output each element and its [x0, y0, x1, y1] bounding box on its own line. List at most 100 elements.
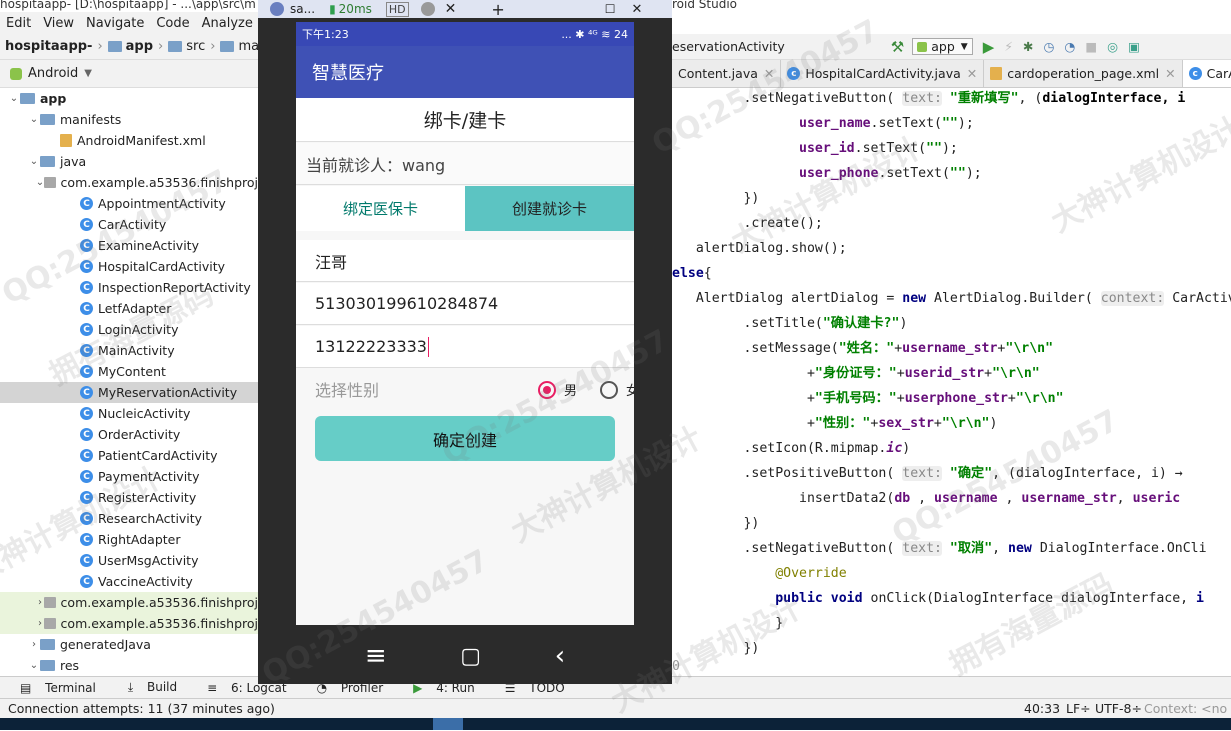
run-icon[interactable]: ▶: [983, 38, 995, 56]
line-separator[interactable]: LF÷: [1066, 701, 1091, 716]
breadcrumb-project[interactable]: hospitaapp-: [5, 39, 92, 54]
tree-item[interactable]: C LoginActivity: [0, 319, 258, 340]
tree-item[interactable]: C NucleicActivity: [0, 403, 258, 424]
chevron-down-icon[interactable]: ⌄: [28, 660, 40, 671]
file-tab[interactable]: cardoperation_page.xml ✕: [984, 60, 1183, 87]
phone-number-field[interactable]: 13122223333: [296, 326, 634, 368]
breadcrumb-src[interactable]: src: [168, 39, 205, 54]
menu-code[interactable]: Code: [156, 16, 189, 31]
class-icon: C: [80, 197, 93, 210]
gender-male-radio[interactable]: 男: [538, 380, 577, 399]
tree-item[interactable]: C AppointmentActivity: [0, 193, 258, 214]
stop-icon[interactable]: ■: [1085, 39, 1097, 54]
close-window-icon[interactable]: ✕: [632, 2, 643, 17]
tree-item-label: com.example.a53536.finishproj: [60, 175, 258, 190]
file-tab[interactable]: c CarActivity.j: [1182, 60, 1231, 87]
hd-icon[interactable]: HD: [385, 1, 409, 17]
chevron-down-icon[interactable]: ⌄: [36, 177, 45, 188]
attach-icon[interactable]: ◔: [1064, 39, 1075, 54]
tree-item[interactable]: C ResearchActivity: [0, 508, 258, 529]
gender-female-radio[interactable]: 女: [600, 380, 634, 399]
tree-item-label: com.example.a53536.finishproj: [60, 616, 258, 631]
file-tab-label: HospitalCardActivity.java: [805, 66, 961, 81]
profile-icon[interactable]: ◷: [1044, 39, 1055, 54]
chevron-right-icon[interactable]: ›: [28, 639, 40, 650]
apply-changes-icon[interactable]: ⚡: [1004, 39, 1013, 54]
chevron-right-icon[interactable]: ›: [36, 618, 45, 629]
tree-item-label: InspectionReportActivity: [98, 280, 251, 295]
tree-item[interactable]: ⌄ manifests: [0, 109, 258, 130]
tree-item[interactable]: AndroidManifest.xml: [0, 130, 258, 151]
terminal-button[interactable]: ▤ Terminal: [10, 681, 96, 695]
home-icon[interactable]: ▢: [460, 644, 481, 669]
breadcrumb-app[interactable]: app: [107, 39, 153, 54]
class-icon: C: [80, 470, 93, 483]
close-icon[interactable]: ✕: [764, 66, 774, 81]
project-view-selector[interactable]: Android ▼: [0, 60, 258, 88]
tree-item[interactable]: C PatientCardActivity: [0, 445, 258, 466]
tree-item[interactable]: C InspectionReportActivity: [0, 277, 258, 298]
add-icon[interactable]: +: [491, 0, 504, 19]
chevron-down-icon[interactable]: ⌄: [28, 114, 40, 125]
tree-item[interactable]: C UserMsgActivity: [0, 550, 258, 571]
tree-item[interactable]: ⌄ java: [0, 151, 258, 172]
breadcrumb-main[interactable]: main: [220, 39, 258, 54]
tree-item[interactable]: C CarActivity: [0, 214, 258, 235]
tree-item[interactable]: C MyContent: [0, 361, 258, 382]
tree-item[interactable]: C MainActivity: [0, 340, 258, 361]
hammer-icon[interactable]: ⚒: [891, 38, 904, 56]
tree-item[interactable]: C RegisterActivity: [0, 487, 258, 508]
tree-item[interactable]: C ExamineActivity: [0, 235, 258, 256]
tool-tab-prefix[interactable]: eservationActivity: [672, 39, 785, 54]
menu-analyze[interactable]: Analyze: [202, 16, 253, 31]
file-encoding[interactable]: UTF-8÷: [1095, 701, 1142, 716]
restore-icon[interactable]: ☐: [605, 2, 616, 16]
record-icon[interactable]: [420, 2, 435, 16]
tree-item[interactable]: C RightAdapter: [0, 529, 258, 550]
id-number-field[interactable]: 513030199610284874: [296, 283, 634, 325]
tab-create-visit-card[interactable]: 创建就诊卡: [465, 186, 634, 231]
name-field[interactable]: 汪哥: [296, 240, 634, 282]
menu-navigate[interactable]: Navigate: [86, 16, 144, 31]
chevron-right-icon[interactable]: ›: [36, 597, 45, 608]
tree-item[interactable]: › com.example.a53536.finishproj: [0, 592, 258, 613]
back-icon[interactable]: ‹: [555, 641, 565, 671]
run-config-select[interactable]: app ▼: [912, 38, 973, 55]
tree-item[interactable]: ⌄ app: [0, 88, 258, 109]
taskbar-app-icon[interactable]: [433, 718, 463, 730]
folder-icon: [40, 639, 55, 650]
tab-bind-insurance-card[interactable]: 绑定医保卡: [296, 186, 465, 231]
menu-edit[interactable]: Edit: [6, 16, 31, 31]
tree-item[interactable]: › generatedJava: [0, 634, 258, 655]
tree-item[interactable]: C LetfAdapter: [0, 298, 258, 319]
debug-icon[interactable]: ✱: [1023, 39, 1033, 54]
confirm-create-button[interactable]: 确定创建: [315, 416, 615, 461]
radio-selected-icon: [538, 380, 556, 399]
tree-item-label: RightAdapter: [98, 532, 181, 547]
file-tab[interactable]: c HospitalCardActivity.java ✕: [781, 60, 985, 87]
tree-item[interactable]: C HospitalCardActivity: [0, 256, 258, 277]
avd-icon[interactable]: ▣: [1128, 39, 1140, 54]
tree-item-label: AndroidManifest.xml: [77, 133, 206, 148]
close-icon[interactable]: ✕: [1165, 66, 1175, 81]
menu-view[interactable]: View: [43, 16, 74, 31]
tree-item[interactable]: ⌄ res: [0, 655, 258, 676]
tree-item-label: AppointmentActivity: [98, 196, 226, 211]
tree-item[interactable]: C VaccineActivity: [0, 571, 258, 592]
menu-icon[interactable]: ≡: [365, 641, 387, 671]
file-tab[interactable]: Content.java ✕: [672, 60, 782, 87]
tree-item[interactable]: ⌄ com.example.a53536.finishproj: [0, 172, 258, 193]
tree-item[interactable]: › com.example.a53536.finishproj: [0, 613, 258, 634]
sync-icon[interactable]: ◎: [1107, 39, 1118, 54]
project-tree: ⌄ app ⌄ manifests AndroidManifest.xml ⌄ java ⌄ c…: [0, 88, 258, 676]
code-editor[interactable]: .setNegativeButton( text: "重新填写", (dialo…: [672, 88, 1231, 676]
close-icon[interactable]: ✕: [445, 1, 457, 17]
tree-item[interactable]: C MyReservationActivity: [0, 382, 258, 403]
tree-item[interactable]: C PaymentActivity: [0, 466, 258, 487]
tree-item[interactable]: C OrderActivity: [0, 424, 258, 445]
chevron-down-icon[interactable]: ⌄: [8, 93, 20, 104]
build-button[interactable]: ⤓ Build: [118, 680, 177, 695]
chevron-down-icon[interactable]: ⌄: [28, 156, 40, 167]
caret-position[interactable]: 40:33: [1024, 701, 1060, 716]
close-icon[interactable]: ✕: [967, 66, 977, 81]
